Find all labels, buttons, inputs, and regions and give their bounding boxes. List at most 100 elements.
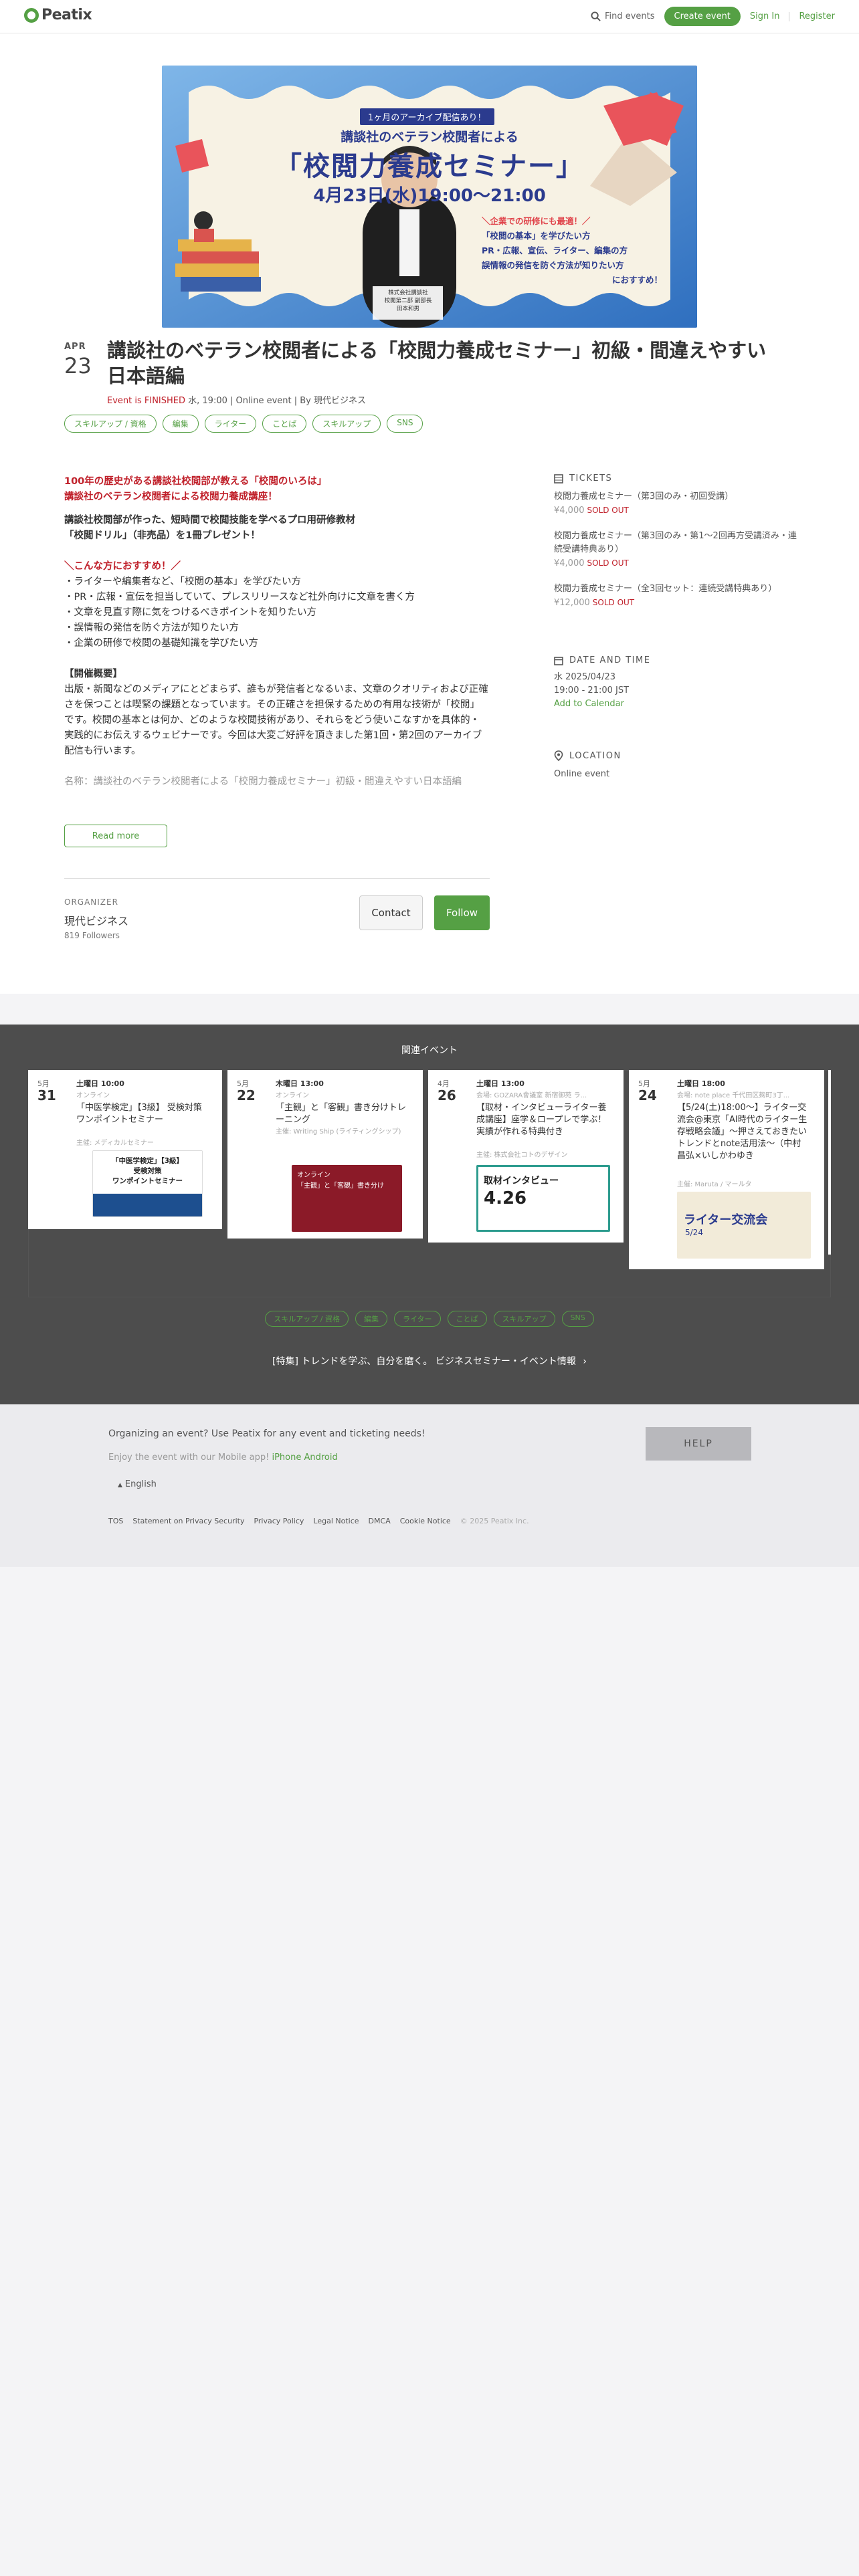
related-event-card[interactable]: 5月 31 土曜日 10:00 オンライン 「中医学検定」【3級】 受検対策ワン… (28, 1070, 222, 1229)
presenter-line: 株式会社講談社 (388, 290, 428, 296)
card-title: 「中医学検定」【3級】 受検対策ワンポイントセミナー (76, 1103, 202, 1125)
tag-link[interactable]: スキルアップ (312, 415, 381, 433)
android-link[interactable]: Android (304, 1453, 337, 1463)
organizer-followers: 819 Followers (64, 931, 120, 940)
create-event-button[interactable]: Create event (664, 7, 741, 26)
read-more-button[interactable]: Read more (64, 825, 167, 847)
ticket-name: 校閲力養成セミナー（第3回のみ・第1〜2回再方受講済み・連続受講特典あり） (554, 531, 797, 554)
desc-gift: 講談社校閲部が作った、短時間で校閲技能を学べるプロ用研修教材 (64, 515, 355, 526)
language-label: English (124, 1479, 157, 1489)
cover-bubble-line: におすすめ！ (611, 275, 662, 285)
calendar-icon (554, 656, 563, 665)
carousel-next-card-edge (828, 1070, 831, 1255)
feature-link[interactable]: [特集] トレンドを学ぶ、自分を磨く。 ビジネスセミナー・イベント情報 › (0, 1354, 859, 1368)
event-tags: スキルアップ / 資格 編集 ライター ことば スキルアップ SNS (64, 415, 423, 433)
thumb-text: 「主観」と「客観」書き分け (297, 1182, 384, 1190)
find-events-label: Find events (604, 11, 655, 21)
event-description: 100年の歴史がある講談社校閲部が教える「校閲のいろは」 講談社のベテラン校閲者… (64, 474, 489, 790)
footer-link[interactable]: Privacy Policy (254, 1517, 304, 1525)
organizer-divider (64, 878, 490, 879)
footer-link[interactable]: Legal Notice (313, 1517, 359, 1525)
event-date: 水 2025/04/23 (554, 672, 616, 682)
card-organizer: 主催: 株式会社コトのデザイン (476, 1152, 568, 1159)
tag-link[interactable]: SNS (561, 1311, 594, 1327)
location-pin-icon (554, 750, 563, 761)
footer-mobile-text: Enjoy the event with our Mobile app! (108, 1453, 272, 1463)
footer-mobile: Enjoy the event with our Mobile app! iPh… (108, 1453, 338, 1463)
tickets-section: TICKETS 校閲力養成セミナー（第3回のみ・初回受講） ¥4,000 SOLD… (554, 473, 801, 610)
ticket-price: ¥4,000 (554, 558, 585, 568)
iphone-link[interactable]: iPhone (272, 1453, 301, 1463)
card-day: 31 (37, 1087, 56, 1103)
contact-button[interactable]: Contact (359, 895, 423, 930)
desc-list-item: ・ライターや編集者など、「校閲の基本」を学びたい方 (64, 576, 301, 587)
ticket-status: SOLD OUT (592, 598, 635, 607)
find-events-link[interactable]: Find events (591, 11, 655, 21)
help-button[interactable]: HELP (646, 1427, 751, 1461)
register-link[interactable]: Register (799, 11, 835, 21)
card-venue: 会場: GOZARA會議室 新宿御苑 ラ... (476, 1092, 587, 1099)
desc-headline: 講談社のベテラン校閲者による校閲力養成講座！ (64, 492, 278, 502)
desc-overview-heading: 【開催概要】 (64, 669, 122, 679)
organizer-label: ORGANIZER (64, 897, 118, 907)
card-venue: オンライン (276, 1092, 309, 1099)
tag-link[interactable]: ライター (393, 1311, 441, 1327)
copyright: © 2025 Peatix Inc. (460, 1517, 529, 1525)
datetime-section: DATE AND TIME 水 2025/04/23 19:00 - 21:00… (554, 655, 801, 711)
tag-link[interactable]: スキルアップ (493, 1311, 555, 1327)
event-subline: Event is FINISHED 水, 19:00 | Online even… (107, 393, 366, 406)
tag-link[interactable]: スキルアップ / 資格 (265, 1311, 349, 1327)
event-time: 19:00 - 21:00 JST (554, 685, 630, 695)
follow-button[interactable]: Follow (434, 895, 490, 930)
footer-links: TOS Statement on Privacy Security Privac… (108, 1517, 529, 1525)
related-event-card[interactable]: 5月 24 土曜日 18:00 会場: note place 千代田区麹町3丁.… (629, 1070, 824, 1269)
cover-line2: 「校閲力養成セミナー」 (275, 151, 584, 182)
card-title: 「主観」と「客観」書き分けトレーニング (276, 1103, 407, 1125)
ticket-item: 校閲力養成セミナー（第3回のみ・第1〜2回再方受講済み・連続受講特典あり） ¥4… (554, 530, 801, 570)
sign-in-link[interactable]: Sign In (750, 11, 780, 21)
card-title: 【5/24(土)18:00〜】ライター交流会@東京「AI時代のライター生存戦略会… (677, 1103, 807, 1161)
presenter-line: 校閲第二部 副部長 (384, 298, 432, 304)
related-event-card[interactable]: 5月 22 木曜日 13:00 オンライン 「主観」と「客観」書き分けトレーニン… (227, 1070, 423, 1239)
tag-link[interactable]: スキルアップ / 資格 (64, 415, 157, 433)
footer-link[interactable]: Cookie Notice (400, 1517, 451, 1525)
event-month: APR (64, 342, 86, 352)
card-thumbnail: ライター交流会 5/24 (677, 1192, 811, 1259)
card-day: 24 (638, 1087, 657, 1103)
ticket-name: 校閲力養成セミナー（第3回のみ・初回受講） (554, 492, 734, 502)
location-heading: LOCATION (569, 750, 622, 761)
desc-headline: 100年の歴史がある講談社校閲部が教える「校閲のいろは」 (64, 476, 327, 487)
event-cover-image: 1ヶ月のアーカイブ配信あり！ 講談社のベテラン校閲者による 「校閲力養成セミナー… (162, 66, 697, 328)
footer-link[interactable]: Statement on Privacy Security (132, 1517, 244, 1525)
organizer-name[interactable]: 現代ビジネス (64, 912, 128, 928)
tag-link[interactable]: ことば (447, 1311, 487, 1327)
footer-organizing: Organizing an event? Use Peatix for any … (108, 1428, 425, 1439)
card-when: 土曜日 18:00 (677, 1079, 725, 1088)
language-selector[interactable]: ▲ English (118, 1479, 157, 1489)
add-to-calendar-link[interactable]: Add to Calendar (554, 697, 801, 711)
ticket-name: 校閲力養成セミナー（全3回セット：連続受講特典あり） (554, 584, 777, 594)
tag-link[interactable]: 編集 (355, 1311, 387, 1327)
tag-link[interactable]: SNS (387, 415, 423, 433)
tag-link[interactable]: ことば (262, 415, 307, 433)
logo-text: Peatix (41, 7, 92, 23)
related-event-card[interactable]: 4月 26 土曜日 13:00 会場: GOZARA會議室 新宿御苑 ラ... … (428, 1070, 624, 1243)
desc-gift: 「校閲ドリル」（非売品）を1冊プレゼント！ (64, 530, 260, 541)
tag-link[interactable]: ライター (204, 415, 257, 433)
cover-bubble-line: 「校閲の基本」を学びたい方 (482, 231, 591, 241)
footer-link[interactable]: TOS (108, 1517, 123, 1525)
peatix-logo[interactable]: Peatix (24, 7, 92, 23)
card-organizer: 主催: メディカルセミナー (76, 1140, 154, 1147)
tag-link[interactable]: 編集 (162, 415, 199, 433)
search-icon (591, 11, 601, 21)
top-header: Peatix Find events Create event Sign In … (0, 0, 859, 33)
cover-badge: 1ヶ月のアーカイブ配信あり！ (360, 108, 494, 125)
location-value: Online event (554, 769, 610, 779)
footer-link[interactable]: DMCA (369, 1517, 391, 1525)
desc-target-heading: ＼こんな方におすすめ！／ (64, 561, 181, 572)
ticket-price: ¥12,000 (554, 598, 590, 608)
thumb-text: ライター交流会 (684, 1213, 768, 1227)
event-title: 講談社のベテラン校閲者による「校閲力養成セミナー」初級・間違えやすい日本語編 (107, 339, 767, 387)
peatix-logo-mark (24, 7, 39, 23)
desc-overview: 出版・新聞などのメディアにとどまらず、誰もが発信者となるいま、文章のクオリティお… (64, 684, 488, 756)
